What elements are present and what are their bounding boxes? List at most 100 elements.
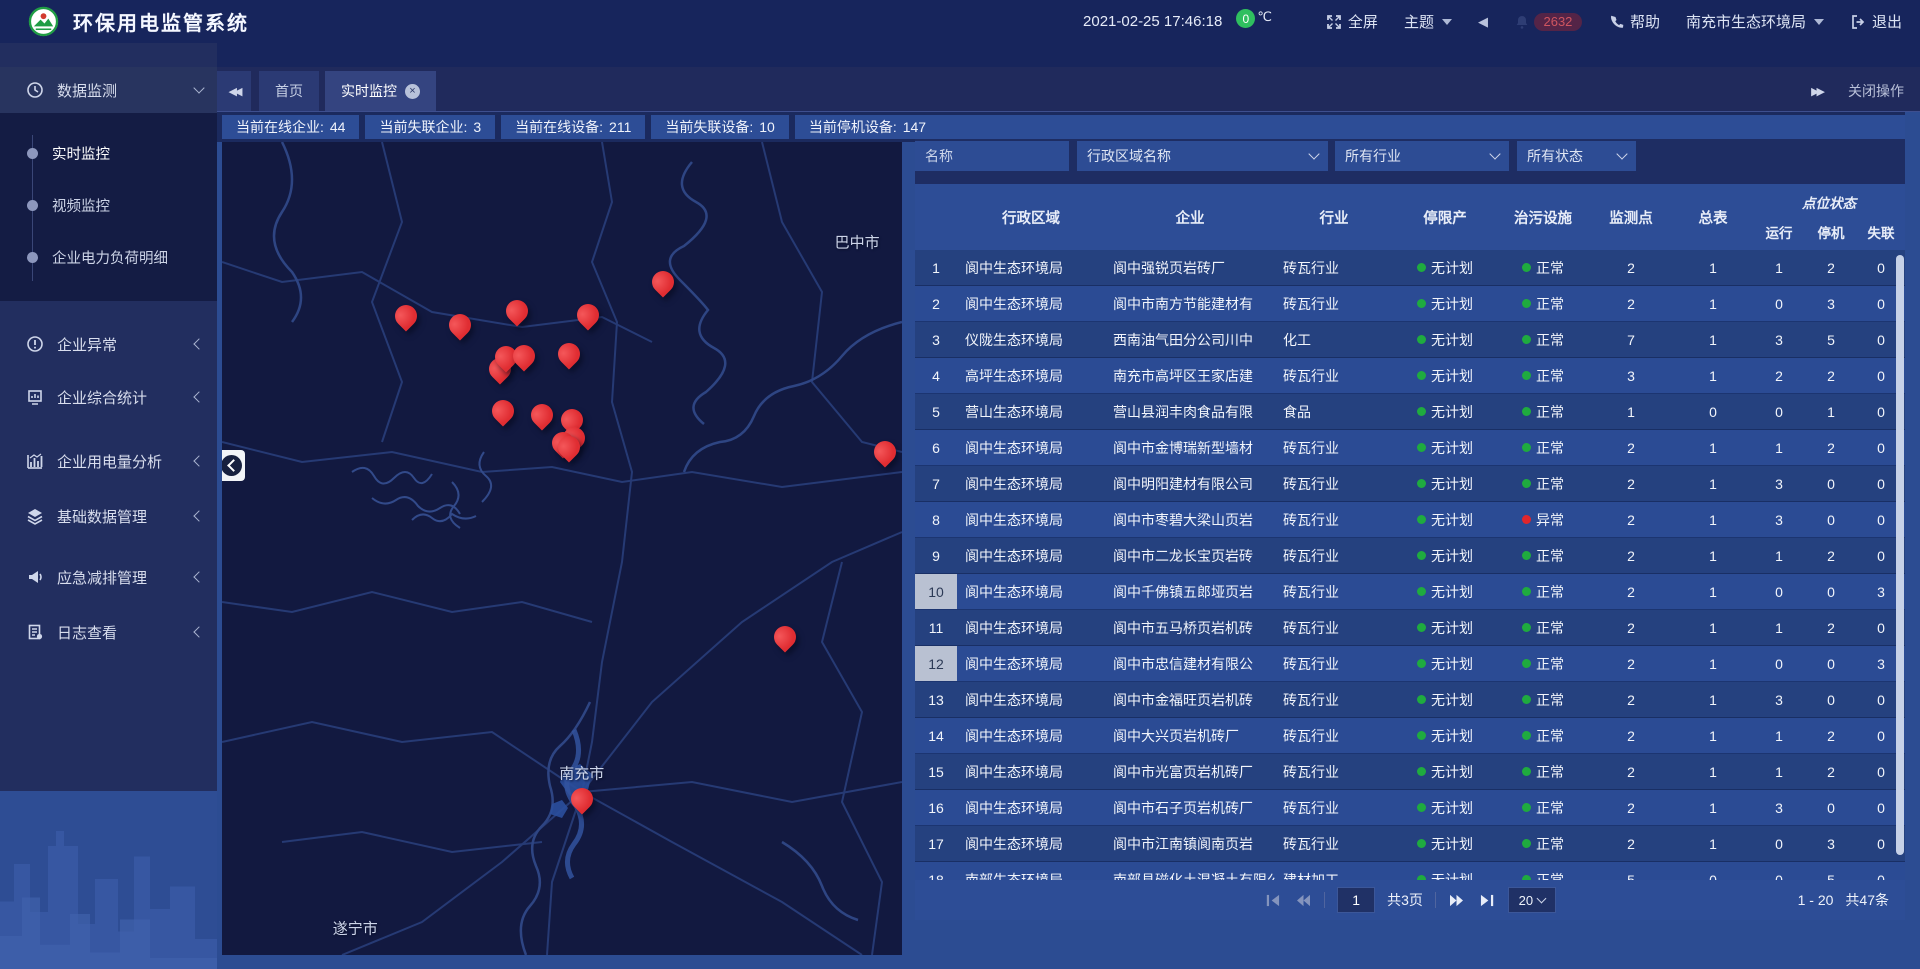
row-index-cell: 13 [915,682,957,717]
production-status-cell: 无计划 [1393,718,1497,753]
company-cell: 阆中市石子页岩机砖厂 [1105,790,1275,825]
tabs-scroll-left-button[interactable]: ◀◀ [217,71,251,111]
status-filter-select[interactable]: 所有状态 [1517,141,1636,171]
company-cell: 阆中市金福旺页岩机砖 [1105,682,1275,717]
sidebar-subitem-1[interactable]: 实时监控 [0,127,217,179]
map-pin-icon[interactable] [531,404,553,426]
prev-page-button[interactable] [1294,892,1312,908]
production-status-label: 无计划 [1431,474,1473,494]
map-pin-icon[interactable] [558,436,580,458]
table-scrollbar[interactable] [1896,255,1904,855]
first-page-button[interactable] [1264,892,1282,908]
industry-cell: 砖瓦行业 [1275,502,1393,537]
sidebar-item-2[interactable]: 企业异常 [0,321,217,367]
table-row[interactable]: 8阆中生态环境局阆中市枣碧大梁山页岩砖瓦行业无计划异常21300 [915,502,1905,538]
table-row[interactable]: 5营山生态环境局营山县润丰肉食品有限食品无计划正常10010 [915,394,1905,430]
monitor-count-cell: 2 [1589,682,1673,717]
industry-cell: 砖瓦行业 [1275,646,1393,681]
map-pin-icon[interactable] [492,400,514,422]
theme-dropdown[interactable]: 主题 [1404,11,1452,32]
facility-status-cell: 正常 [1497,826,1589,861]
last-page-button[interactable] [1478,892,1496,908]
org-dropdown[interactable]: 南充市生态环境局 [1686,11,1824,32]
fullscreen-button[interactable]: 全屏 [1326,11,1378,32]
sidebar-item-5[interactable]: 基础数据管理 [0,493,217,539]
industry-cell: 建材加工 [1275,862,1393,880]
industry-cell: 砖瓦行业 [1275,574,1393,609]
table-row[interactable]: 3仪陇生态环境局西南油气田分公司川中化工无计划正常71350 [915,322,1905,358]
table-row[interactable]: 11阆中生态环境局阆中市五马桥页岩机砖砖瓦行业无计划正常21120 [915,610,1905,646]
production-status-label: 无计划 [1431,762,1473,782]
facility-status-cell: 正常 [1497,718,1589,753]
stat-label: 当前停机设备: [809,117,897,137]
tab-1[interactable]: 首页 [259,71,319,111]
map-pin-icon[interactable] [571,788,593,810]
sidebar-item-3[interactable]: 企业综合统计 [0,374,217,420]
table-row[interactable]: 16阆中生态环境局阆中市石子页岩机砖厂砖瓦行业无计划正常21300 [915,790,1905,826]
sidebar-item-1[interactable]: 数据监测 [0,67,217,113]
table-row[interactable]: 10阆中生态环境局阆中千佛镇五郎垭页岩砖瓦行业无计划正常21003 [915,574,1905,610]
row-index-cell: 14 [915,718,957,753]
facility-status-cell: 正常 [1497,358,1589,393]
map-city-label: 遂宁市 [333,918,378,939]
region-filter-select[interactable]: 行政区域名称 [1077,141,1328,171]
table-row[interactable]: 18南部生态环境局南部县磁化土混凝土有限公建材加工无计划正常50050 [915,862,1905,880]
map-pin-icon[interactable] [513,345,535,367]
industry-filter-select[interactable]: 所有行业 [1335,141,1509,171]
table-row[interactable]: 17阆中生态环境局阆中市江南镇阆南页岩砖瓦行业无计划正常21030 [915,826,1905,862]
table-row[interactable]: 13阆中生态环境局阆中市金福旺页岩机砖砖瓦行业无计划正常21300 [915,682,1905,718]
facility-status-label: 正常 [1536,258,1564,278]
sidebar-item-label: 基础数据管理 [57,506,147,527]
tab-label: 首页 [275,81,303,101]
table-row[interactable]: 12阆中生态环境局阆中市忠信建材有限公砖瓦行业无计划正常21003 [915,646,1905,682]
map-pin-icon[interactable] [774,626,796,648]
sidebar-item-6[interactable]: 应急减排管理 [0,554,217,600]
help-button[interactable]: 帮助 [1608,11,1660,32]
map-panel-collapse-handle[interactable] [222,450,245,481]
production-status-cell: 无计划 [1393,322,1497,357]
facility-status-label: 正常 [1536,330,1564,350]
table-row[interactable]: 4高坪生态环境局南充市高坪区王家店建砖瓦行业无计划正常31220 [915,358,1905,394]
sidebar-item-4[interactable]: 企业用电量分析 [0,438,217,484]
row-index-cell: 2 [915,286,957,321]
page-number-input[interactable] [1337,887,1375,913]
facility-status-label: 正常 [1536,870,1564,881]
mute-speaker-icon[interactable]: ◀ [1478,14,1488,30]
map-pin-icon[interactable] [577,304,599,326]
tab-2[interactable]: 实时监控× [325,71,436,111]
notification-area[interactable]: 2632 [1514,13,1582,31]
tabs-scroll-right-button[interactable]: ▶▶ [1811,85,1822,98]
stop-count-cell: 3 [1805,826,1857,861]
close-icon[interactable]: × [405,84,420,99]
map-pin-icon[interactable] [652,271,674,293]
map-panel[interactable]: 巴中市南充市遂宁市 [222,142,902,955]
map-pin-icon[interactable] [449,314,471,336]
table-row[interactable]: 7阆中生态环境局阆中明阳建材有限公司砖瓦行业无计划正常21300 [915,466,1905,502]
status-dot-green-icon [1417,335,1426,344]
logout-button[interactable]: 退出 [1850,11,1902,32]
sidebar-subitem-3[interactable]: 企业电力负荷明细 [0,231,217,283]
table-row[interactable]: 15阆中生态环境局阆中市光富页岩机砖厂砖瓦行业无计划正常21120 [915,754,1905,790]
stop-count-cell: 5 [1805,322,1857,357]
sidebar-subitem-2[interactable]: 视频监控 [0,179,217,231]
stop-count-cell: 0 [1805,502,1857,537]
map-pin-icon[interactable] [506,300,528,322]
table-row[interactable]: 6阆中生态环境局阆中市金博瑞新型墙材砖瓦行业无计划正常21120 [915,430,1905,466]
map-pin-icon[interactable] [558,343,580,365]
stop-count-cell: 0 [1805,466,1857,501]
run-count-cell: 2 [1753,358,1805,393]
map-pin-icon[interactable] [874,441,896,463]
next-page-button[interactable] [1448,892,1466,908]
map-pin-icon[interactable] [395,305,417,327]
table-row[interactable]: 14阆中生态环境局阆中大兴页岩机砖厂砖瓦行业无计划正常21120 [915,718,1905,754]
close-operations-button[interactable]: 关闭操作 [1848,81,1904,101]
name-filter-input[interactable] [915,141,1069,171]
table-row[interactable]: 9阆中生态环境局阆中市二龙长宝页岩砖砖瓦行业无计划正常21120 [915,538,1905,574]
run-count-cell: 1 [1753,538,1805,573]
table-row[interactable]: 1阆中生态环境局阆中强锐页岩砖厂砖瓦行业无计划正常21120 [915,250,1905,286]
status-dot-green-icon [1417,587,1426,596]
sidebar-item-7[interactable]: 日志查看 [0,609,217,655]
page-size-select[interactable]: 20 [1508,887,1556,913]
stop-count-cell: 0 [1805,574,1857,609]
table-row[interactable]: 2阆中生态环境局阆中市南方节能建材有砖瓦行业无计划正常21030 [915,286,1905,322]
